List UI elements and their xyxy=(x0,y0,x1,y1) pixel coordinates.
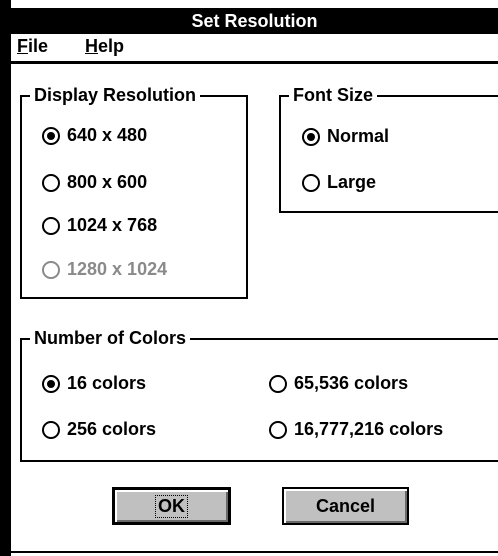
font-size-group: Font Size Normal Large xyxy=(279,84,498,213)
radio-res-1280x1024: 1280 x 1024 xyxy=(42,259,167,280)
number-of-colors-group: Number of Colors 16 colors 65,536 colors… xyxy=(20,327,498,462)
radio-colors-16777216[interactable]: 16,777,216 colors xyxy=(269,419,443,440)
window-left-border xyxy=(0,0,11,556)
ok-button[interactable]: OK xyxy=(112,487,231,525)
radio-unselected-icon xyxy=(42,420,60,439)
cancel-button[interactable]: Cancel xyxy=(282,487,409,525)
radio-colors-65536[interactable]: 65,536 colors xyxy=(269,373,408,394)
menu-bar: File Help xyxy=(11,34,498,64)
display-resolution-title: Display Resolution xyxy=(30,84,201,106)
radio-colors-16-label: 16 colors xyxy=(67,373,147,393)
font-size-title: Font Size xyxy=(289,84,377,106)
radio-res-800x600[interactable]: 800 x 600 xyxy=(42,172,147,193)
radio-colors-65536-label: 65,536 colors xyxy=(294,373,409,393)
radio-res-1280x1024-label: 1280 x 1024 xyxy=(67,259,168,279)
number-of-colors-title: Number of Colors xyxy=(30,327,191,349)
display-resolution-group: Display Resolution 640 x 480 800 x 600 1… xyxy=(20,84,248,299)
radio-font-large[interactable]: Large xyxy=(302,172,376,193)
menu-help[interactable]: Help xyxy=(85,36,124,57)
radio-font-large-label: Large xyxy=(327,172,377,192)
menu-help-label: elp xyxy=(98,36,125,56)
radio-res-800x600-label: 800 x 600 xyxy=(67,172,148,192)
radio-res-1024x768-label: 1024 x 768 xyxy=(67,215,158,235)
radio-unselected-icon xyxy=(269,374,287,393)
window-bottom-border xyxy=(11,551,498,553)
radio-unselected-icon xyxy=(42,216,60,235)
radio-selected-icon xyxy=(42,374,60,393)
window-left-border-inner xyxy=(11,0,15,556)
radio-unselected-icon xyxy=(302,173,320,192)
radio-res-1024x768[interactable]: 1024 x 768 xyxy=(42,215,157,236)
radio-unselected-icon xyxy=(42,173,60,192)
radio-colors-16777216-label: 16,777,216 colors xyxy=(294,419,444,439)
menu-help-accel: H xyxy=(85,36,98,56)
radio-res-640x480[interactable]: 640 x 480 xyxy=(42,125,147,146)
radio-font-normal[interactable]: Normal xyxy=(302,126,389,147)
radio-selected-icon xyxy=(42,126,60,145)
menu-file-accel: F xyxy=(17,36,28,56)
cancel-button-label: Cancel xyxy=(315,495,376,516)
radio-colors-256-label: 256 colors xyxy=(67,419,157,439)
radio-res-640x480-label: 640 x 480 xyxy=(67,125,148,145)
title-bar[interactable]: Set Resolution xyxy=(11,8,498,34)
radio-unselected-icon xyxy=(42,260,60,279)
set-resolution-dialog: Set Resolution File Help Display Resolut… xyxy=(0,0,498,556)
radio-selected-icon xyxy=(302,127,320,146)
radio-font-normal-label: Normal xyxy=(327,126,390,146)
radio-unselected-icon xyxy=(269,420,287,439)
radio-colors-16[interactable]: 16 colors xyxy=(42,373,146,394)
window-title: Set Resolution xyxy=(191,11,318,31)
menu-file-label: ile xyxy=(28,36,49,56)
ok-button-label: OK xyxy=(155,494,188,518)
menu-file[interactable]: File xyxy=(17,36,48,57)
radio-colors-256[interactable]: 256 colors xyxy=(42,419,156,440)
